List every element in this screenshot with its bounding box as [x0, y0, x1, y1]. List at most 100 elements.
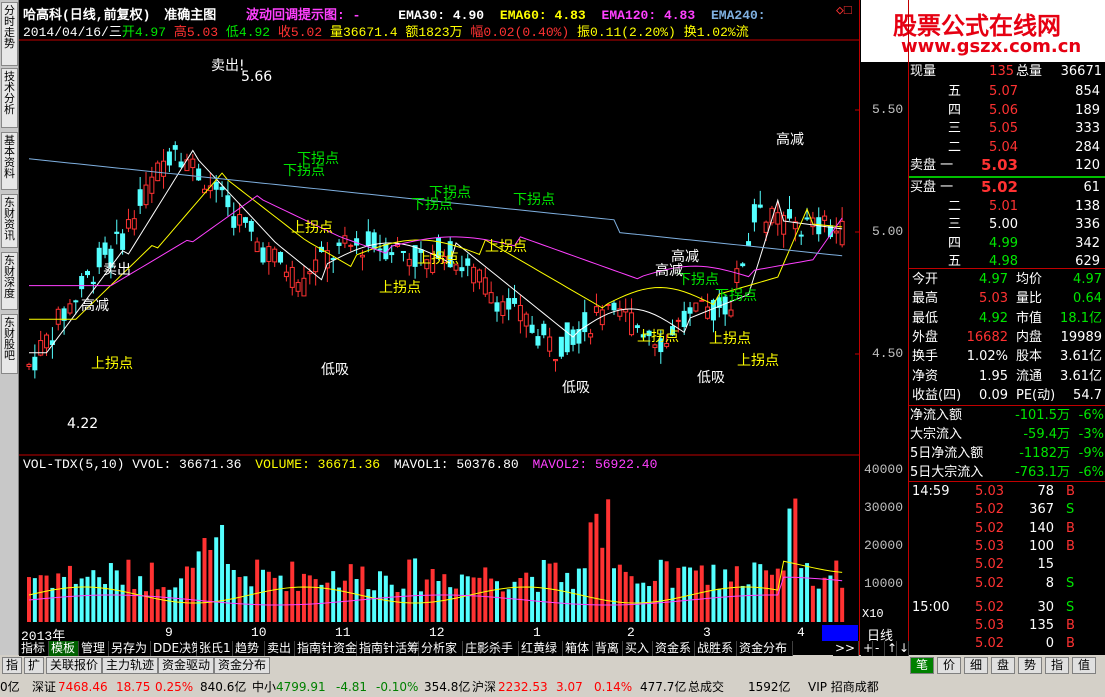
candle-body — [172, 145, 178, 150]
left-tab-bar: 分时走势技术分析基本资料东财资讯东财深度东财股吧 — [0, 0, 19, 655]
candle-body — [705, 306, 711, 319]
annotation-up: 上拐点 — [737, 353, 779, 369]
kline-svg[interactable]: 卖出!5.66卖出4.22上拐点上拐点上拐点上拐点上拐点上拐点 上拐点上拐点下拐点… — [19, 0, 859, 625]
ask-price: 5.03 — [980, 156, 1018, 174]
ticker-sh_chg: 3.07 — [556, 680, 583, 694]
chart-tab-4[interactable]: DDE决策 — [151, 641, 203, 656]
chart-tab-17[interactable]: 战胜系 — [695, 641, 737, 656]
tick-volume: 367 — [1029, 502, 1054, 518]
chart-tab-12[interactable]: 红黄绿 — [519, 641, 563, 656]
bottom-tab-4[interactable]: 资金驱动 — [158, 657, 215, 674]
now-value: 135 — [989, 64, 1014, 79]
expand-icon[interactable]: ◇ — [836, 3, 844, 18]
chart-nav-button[interactable]: - — [873, 641, 885, 656]
chart-tab-15[interactable]: 买入 — [623, 641, 653, 656]
vol-bar — [834, 560, 839, 622]
chart-nav-button[interactable]: ↓ — [897, 641, 909, 656]
bottom-tab-5[interactable]: 资金分布 — [214, 657, 271, 674]
stat-row: 换手 1.02% 股本 3.61亿 — [908, 347, 1105, 366]
chart-tab-5[interactable]: 张氏1 — [197, 641, 233, 656]
right-tab-2[interactable]: 细 — [964, 657, 988, 674]
bottom-tab-2[interactable]: 关联报价 — [46, 657, 103, 674]
now-label: 现量 — [910, 64, 937, 79]
right-tab-3[interactable]: 盘 — [991, 657, 1015, 674]
tick-volume: 15 — [1037, 557, 1054, 573]
vol-bar — [266, 571, 271, 622]
price-axis-panel — [859, 0, 909, 655]
chart-tab-11[interactable]: 庄影杀手 — [463, 641, 519, 656]
chart-tab-more[interactable]: >> — [833, 641, 859, 656]
chart-tab-13[interactable]: 箱体 — [563, 641, 593, 656]
chart-nav-button[interactable]: ↑ — [885, 641, 897, 656]
left-tab-5[interactable]: 东财股吧 — [1, 314, 18, 374]
ask-row: 卖盘 一 5.03 120 — [908, 156, 1105, 175]
vol-bar — [559, 582, 564, 622]
chart-tab-14[interactable]: 背离 — [593, 641, 623, 656]
right-tab-1[interactable]: 价 — [937, 657, 961, 674]
vol-bar — [711, 564, 716, 622]
ask-level: 卖盘 一 — [910, 158, 954, 173]
bottom-tab-0[interactable]: 指 — [2, 657, 23, 674]
right-tab-5[interactable]: 指 — [1045, 657, 1069, 674]
bottom-tab-1[interactable]: 扩 — [24, 657, 45, 674]
annotation-up: 上拐点 — [637, 329, 679, 345]
chart-tab-6[interactable]: 趋势 — [233, 641, 265, 656]
left-tab-1[interactable]: 技术分析 — [1, 68, 18, 128]
chart-tab-0[interactable]: 指标 — [19, 641, 49, 656]
vol-bar — [746, 584, 751, 622]
candle-body — [266, 246, 272, 262]
flow-label: 流 — [735, 25, 749, 40]
kline-chart[interactable]: 卖出! 5.66 卖出 4.22 上拐点 上拐点 上拐点 上拐点 上拐点 上拐点 上拐点 上拐点 下拐点… — [19, 0, 859, 625]
chart-tab-1[interactable]: 模板 — [49, 641, 79, 656]
candle-body — [278, 252, 284, 263]
chart-tab-3[interactable]: 另存为 — [109, 641, 151, 656]
vol-bar — [366, 589, 371, 622]
ticker-total_label: 总成交 — [688, 680, 725, 694]
chart-tab-2[interactable]: 管理 — [79, 641, 109, 656]
chart-nav-button[interactable]: + — [861, 641, 873, 656]
chart-tab-10[interactable]: 分析家 — [419, 641, 463, 656]
stat-row: 净资 1.95 流通 3.61亿 — [908, 367, 1105, 386]
candle-body — [763, 221, 769, 233]
annotation-dixi: 低吸 — [562, 380, 590, 396]
right-tab-0[interactable]: 笔 — [910, 657, 934, 674]
vol-bar — [190, 567, 195, 622]
candle-body — [44, 334, 50, 349]
left-tab-2[interactable]: 基本资料 — [1, 132, 18, 190]
tick-row: 5.02 140 B — [908, 519, 1105, 538]
candle-body — [611, 302, 617, 311]
chart-tab-8[interactable]: 指南针资金 — [295, 641, 357, 656]
price-axis-label: 4.50 — [872, 346, 904, 361]
close-icon[interactable]: □ — [844, 3, 852, 18]
left-tab-3[interactable]: 东财资讯 — [1, 194, 18, 248]
candle-body — [313, 259, 319, 273]
candle-body — [272, 248, 278, 263]
tick-price: 5.02 — [975, 520, 1004, 536]
tick-volume: 8 — [1045, 575, 1054, 591]
left-tab-4[interactable]: 东财深度 — [1, 252, 18, 310]
amount-label: 额1823万 — [405, 25, 463, 40]
vol-bar — [167, 589, 172, 622]
candle-body — [471, 266, 477, 284]
annotation-sell: 卖出! — [211, 58, 245, 74]
annotation-down: 下拐点 — [283, 163, 325, 179]
candle-body — [687, 307, 693, 314]
tick-row: 5.02 0 B — [908, 634, 1105, 653]
ticker-sh_pct: 0.14% — [594, 680, 633, 694]
left-tab-0[interactable]: 分时走势 — [1, 2, 18, 66]
chart-tab-18[interactable]: 资金分布 — [737, 641, 793, 656]
stat-row: 今开 4.97 均价 4.97 — [908, 270, 1105, 289]
chart-tab-16[interactable]: 资金系 — [653, 641, 695, 656]
candle-body — [728, 309, 734, 317]
candle-body — [73, 300, 79, 303]
right-tab-4[interactable]: 势 — [1018, 657, 1042, 674]
vol-bar — [138, 576, 143, 622]
right-tab-6[interactable]: 值 — [1072, 657, 1096, 674]
chart-tab-7[interactable]: 卖出 — [265, 641, 295, 656]
bottom-tab-3[interactable]: 主力轨迹 — [102, 657, 159, 674]
chart-tab-9[interactable]: 指南针活筹 — [357, 641, 419, 656]
vol-bar — [407, 559, 412, 622]
tick-price: 5.03 — [975, 538, 1004, 554]
bid-price: 5.02 — [980, 178, 1018, 196]
candle-body — [336, 242, 342, 247]
